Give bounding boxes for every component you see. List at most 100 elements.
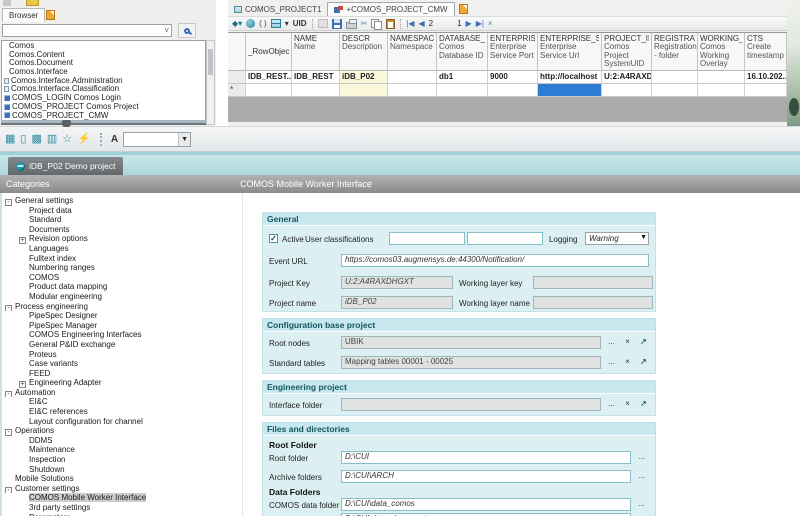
grid-cell[interactable]: IDB_REST... xyxy=(246,71,292,84)
page-current[interactable]: 2 xyxy=(429,19,433,28)
category-tree-item[interactable]: -Customer settings xyxy=(2,484,240,494)
cut-icon[interactable]: ✂ xyxy=(361,18,368,30)
plugin-icon[interactable]: ⚡ xyxy=(77,133,91,146)
navigate-button[interactable]: ↗ xyxy=(637,356,650,368)
search-combo[interactable]: ˅ xyxy=(2,24,172,37)
font-style-button[interactable]: A xyxy=(111,134,118,145)
browser-tree-item[interactable]: COMOS_LOGIN Comos Login xyxy=(2,94,205,103)
grid-cell[interactable]: U:2:A4RAXDHGXT xyxy=(602,71,652,84)
navigate-button[interactable]: ↗ xyxy=(637,398,650,410)
tab-project[interactable]: iDB_P02 Demo project xyxy=(8,157,123,175)
category-tree-item[interactable]: Fulltext index xyxy=(2,254,240,264)
favorites-star-icon[interactable]: ☆ xyxy=(62,133,72,146)
column-header-working_ov[interactable]: WORKING_OVComos Working Overlay xyxy=(698,33,745,71)
column-header-database_id[interactable]: DATABASE_IDComos Database ID xyxy=(437,33,488,71)
category-tree-item[interactable]: EI&C xyxy=(2,397,240,407)
collapse-icon[interactable]: - xyxy=(5,199,12,206)
browser-tree-item[interactable]: COMOS_PROJECT Comos Project xyxy=(2,103,205,112)
category-tree-item[interactable]: PipeSpec Designer xyxy=(2,311,240,321)
grid-cell[interactable] xyxy=(488,84,538,97)
collapse-icon[interactable]: - xyxy=(5,487,12,494)
grid-tab[interactable]: COMOS_PROJECT1 xyxy=(228,2,327,16)
clear-button[interactable]: × xyxy=(621,398,634,410)
category-tree-item[interactable]: -Operations xyxy=(2,426,240,436)
grid-cell[interactable]: 16.10.202... xyxy=(745,71,787,84)
browse-button[interactable]: ... xyxy=(635,451,648,463)
category-tree-item[interactable]: Product data mapping xyxy=(2,282,240,292)
category-tree-item[interactable]: COMOS Engineering Interfaces xyxy=(2,330,240,340)
category-tree-item[interactable]: Standard xyxy=(2,215,240,225)
grid-cell[interactable] xyxy=(698,71,745,84)
new-tab-icon[interactable] xyxy=(46,10,55,20)
row-selector-cell[interactable] xyxy=(228,71,246,84)
category-tree-item[interactable]: General P&ID exchange xyxy=(2,340,240,350)
category-tree-item[interactable]: Project data xyxy=(2,206,240,216)
category-tree-item[interactable]: Inspection xyxy=(2,455,240,465)
logging-select[interactable]: Warning ▼ xyxy=(585,232,649,245)
category-tree-item[interactable]: DDMS xyxy=(2,436,240,446)
category-tree-item[interactable]: Parameters xyxy=(2,513,240,516)
category-tree-item[interactable]: COMOS Mobile Worker Interface xyxy=(2,493,240,503)
binoculars-icon[interactable] xyxy=(62,120,71,127)
browse-button[interactable]: ... xyxy=(635,470,648,482)
category-tree-item[interactable]: PipeSpec Manager xyxy=(2,321,240,331)
user-classification-input-2[interactable] xyxy=(467,232,543,245)
navigate-button[interactable]: ↗ xyxy=(637,336,650,348)
clear-button[interactable]: × xyxy=(621,356,634,368)
category-tree-item[interactable]: EI&C references xyxy=(2,407,240,417)
grid-cell[interactable] xyxy=(388,71,437,84)
category-tree-item[interactable]: Shutdown xyxy=(2,465,240,475)
browser-tree-item[interactable]: COMOS_PROJECT_CMW xyxy=(2,112,205,121)
collapse-icon[interactable]: - xyxy=(5,391,12,398)
column-header-_rowobject[interactable]: _RowObject xyxy=(246,33,292,71)
browser-tree-item[interactable]: Comos xyxy=(2,42,205,51)
nav-last-icon[interactable]: ▶| xyxy=(476,18,484,30)
active-checkbox[interactable]: ✓ xyxy=(269,234,278,243)
page-total[interactable]: 1 xyxy=(457,19,461,28)
browse-button[interactable]: ... xyxy=(635,498,648,510)
grid-cell[interactable]: http://localhost xyxy=(538,71,602,84)
category-tree-item[interactable]: Layout configuration for channel xyxy=(2,417,240,427)
grid-new-row[interactable]: * xyxy=(228,84,787,97)
event-url-input[interactable]: https://comos03.augmensys.de:44300/Notif… xyxy=(341,254,649,267)
table-view-icon[interactable]: ▦ xyxy=(5,133,15,146)
grid-cell[interactable]: iDB_P02 xyxy=(340,71,388,84)
nav-next-icon[interactable]: ▶ xyxy=(466,18,472,30)
browse-button[interactable]: ... xyxy=(605,398,618,410)
category-tree-item[interactable]: COMOS xyxy=(2,273,240,283)
grid-cell[interactable]: db1 xyxy=(437,71,488,84)
copy-icon[interactable] xyxy=(371,19,382,29)
column-header-registratic[interactable]: REGISTRATICRegistration - folder xyxy=(652,33,698,71)
columns-icon[interactable]: ▥ xyxy=(47,133,57,146)
category-tree-item[interactable]: FEED xyxy=(2,369,240,379)
expand-icon[interactable]: + xyxy=(19,237,26,244)
column-header-project_id[interactable]: PROJECT_IDComos Project SystemUID xyxy=(602,33,652,71)
mobile-device-icon[interactable]: ▯ xyxy=(20,133,26,146)
category-tree-item[interactable]: 3rd party settings xyxy=(2,503,240,513)
grid-cell[interactable] xyxy=(652,71,698,84)
search-button[interactable] xyxy=(178,23,196,38)
grid-data-row[interactable]: IDB_REST...IDB_RESTiDB_P02db19000http://… xyxy=(228,71,787,84)
category-tree-item[interactable]: Mobile Solutions xyxy=(2,474,240,484)
grid-cell[interactable] xyxy=(602,84,652,97)
category-tree-item[interactable]: Languages xyxy=(2,244,240,254)
category-tree-item[interactable]: +Revision options xyxy=(2,234,240,244)
category-tree-item[interactable]: Numbering ranges xyxy=(2,263,240,273)
nav-first-icon[interactable]: |◀ xyxy=(406,18,414,30)
archive-folders-input[interactable]: D:\CUI\ARCH xyxy=(341,470,631,483)
close-grid-icon[interactable]: × xyxy=(488,18,493,30)
scrollbar[interactable] xyxy=(206,40,215,125)
scrollbar-thumb[interactable] xyxy=(208,49,213,75)
browse-button[interactable]: ... xyxy=(605,356,618,368)
browser-tree-item[interactable]: Comos.Interface.Classification xyxy=(2,85,205,94)
collapse-icon[interactable]: - xyxy=(5,305,12,312)
new-tab-icon[interactable] xyxy=(459,4,468,14)
column-header-descr[interactable]: DESCRDescription xyxy=(340,33,388,71)
comos-data-folder-input[interactable]: D:\CUI\data_comos xyxy=(341,498,631,511)
grid-cell[interactable] xyxy=(388,84,437,97)
column-header-namespace[interactable]: NAMESPACENamespace xyxy=(388,33,437,71)
paste-icon[interactable] xyxy=(386,19,395,29)
category-tree-item[interactable]: Documents xyxy=(2,225,240,235)
column-layout-icon[interactable] xyxy=(271,19,281,28)
browser-tree-item[interactable]: Comos.Content xyxy=(2,51,205,60)
